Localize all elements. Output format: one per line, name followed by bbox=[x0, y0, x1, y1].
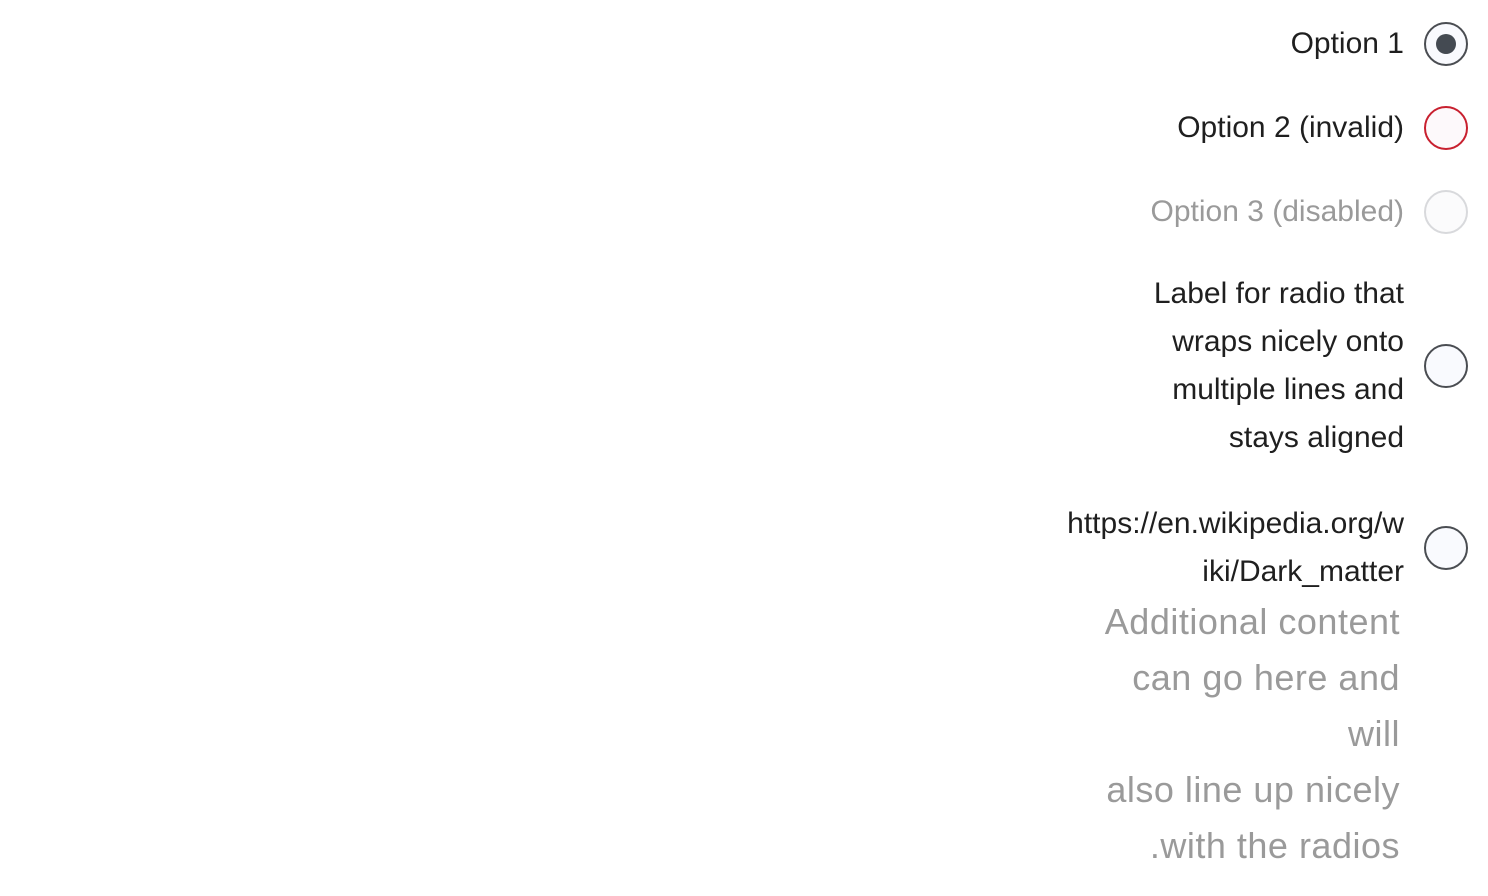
radio-button-option-3-disabled bbox=[1424, 190, 1468, 234]
radio-label-option-1: Option 1 bbox=[1290, 27, 1404, 60]
additional-content-line: also line up nicely bbox=[1106, 769, 1400, 810]
radio-option-3: Option 3 (disabled) bbox=[1151, 188, 1468, 236]
radio-option-1[interactable]: Option 1 bbox=[1291, 20, 1468, 68]
additional-content: Additional content can go here and will … bbox=[1060, 594, 1400, 874]
radio-button-option-1[interactable] bbox=[1424, 22, 1468, 66]
radio-option-2[interactable]: Option 2 (invalid) bbox=[1177, 104, 1468, 152]
radio-group: Option 1 Option 2 (invalid) Option 3 (di… bbox=[1048, 0, 1488, 896]
radio-button-option-2-invalid[interactable] bbox=[1424, 106, 1468, 150]
radio-label-option-4: Label for radio that wraps nicely onto m… bbox=[1153, 277, 1404, 454]
radio-label-option-3: Option 3 (disabled) bbox=[1150, 195, 1404, 228]
radio-button-option-4[interactable] bbox=[1424, 344, 1468, 388]
additional-content-line: Additional content bbox=[1104, 601, 1400, 642]
additional-content-line: will bbox=[1348, 713, 1400, 754]
radio-option-4[interactable]: Label for radio that wraps nicely onto m… bbox=[1104, 270, 1468, 462]
radio-button-option-5[interactable] bbox=[1424, 526, 1468, 570]
radio-checked-dot bbox=[1436, 34, 1456, 54]
additional-content-line: .with the radios bbox=[1149, 825, 1400, 866]
radio-label-option-2: Option 2 (invalid) bbox=[1177, 111, 1404, 144]
additional-content-line: can go here and bbox=[1132, 657, 1400, 698]
radio-option-5[interactable]: https://en.wikipedia.org/wiki/Dark_matte… bbox=[1064, 500, 1468, 596]
radio-label-option-5-url: https://en.wikipedia.org/wiki/Dark_matte… bbox=[1067, 507, 1404, 588]
